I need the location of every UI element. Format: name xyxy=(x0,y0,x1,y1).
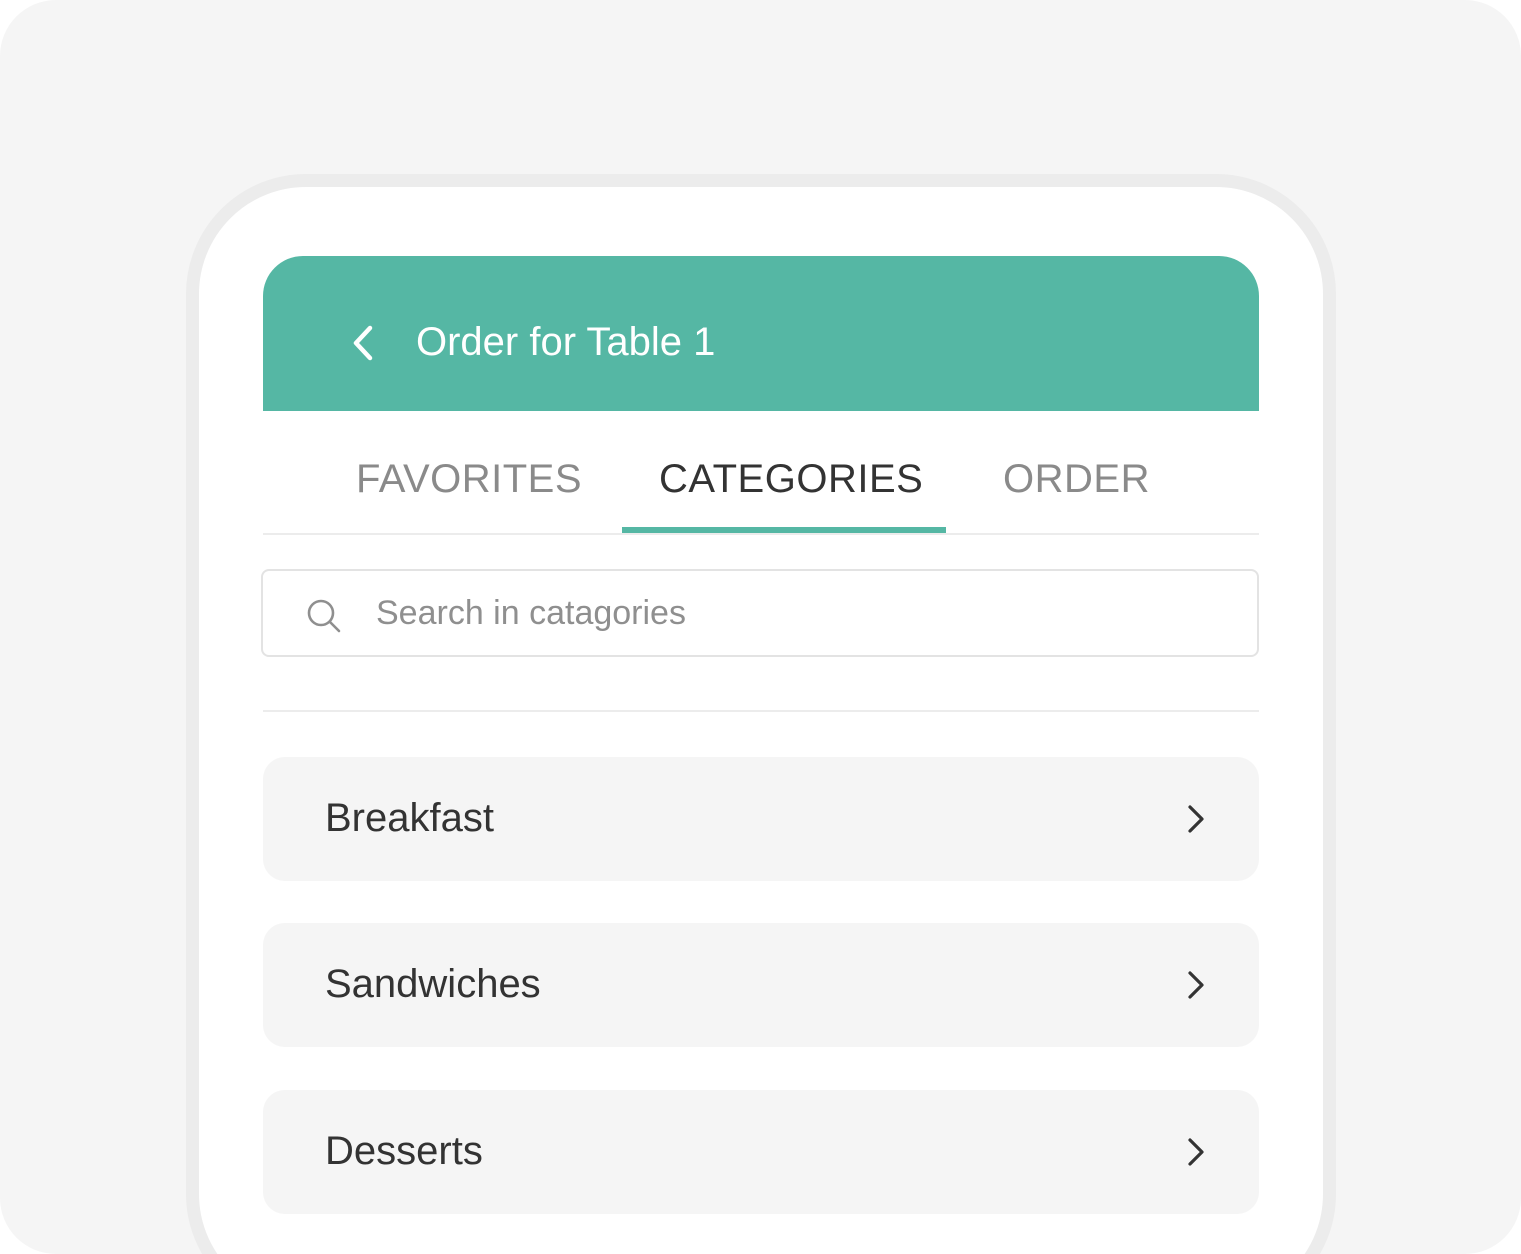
search-input[interactable] xyxy=(376,589,1226,637)
category-item-desserts[interactable]: Desserts xyxy=(263,1090,1259,1214)
chevron-right-icon xyxy=(1188,805,1204,833)
search-icon xyxy=(307,599,341,633)
category-item-sandwiches[interactable]: Sandwiches xyxy=(263,923,1259,1047)
tab-categories[interactable]: CATEGORIES xyxy=(659,455,923,503)
back-button[interactable] xyxy=(340,318,386,368)
section-divider xyxy=(263,710,1259,712)
chevron-right-icon xyxy=(1188,1138,1204,1166)
search-box xyxy=(261,569,1259,657)
chevron-right-icon xyxy=(1188,971,1204,999)
tab-bar: FAVORITES CATEGORIES ORDER xyxy=(263,411,1259,535)
category-label: Breakfast xyxy=(325,796,494,840)
category-label: Sandwiches xyxy=(325,962,541,1006)
page-background: Order for Table 1 FAVORITES CATEGORIES O… xyxy=(0,0,1521,1254)
category-label: Desserts xyxy=(325,1129,483,1173)
chevron-left-icon xyxy=(353,325,373,361)
app-bar xyxy=(263,256,1259,411)
page-title: Order for Table 1 xyxy=(416,320,716,364)
tab-favorites[interactable]: FAVORITES xyxy=(356,455,582,503)
category-item-breakfast[interactable]: Breakfast xyxy=(263,757,1259,881)
tab-order[interactable]: ORDER xyxy=(1003,455,1150,503)
active-tab-indicator xyxy=(622,527,946,533)
